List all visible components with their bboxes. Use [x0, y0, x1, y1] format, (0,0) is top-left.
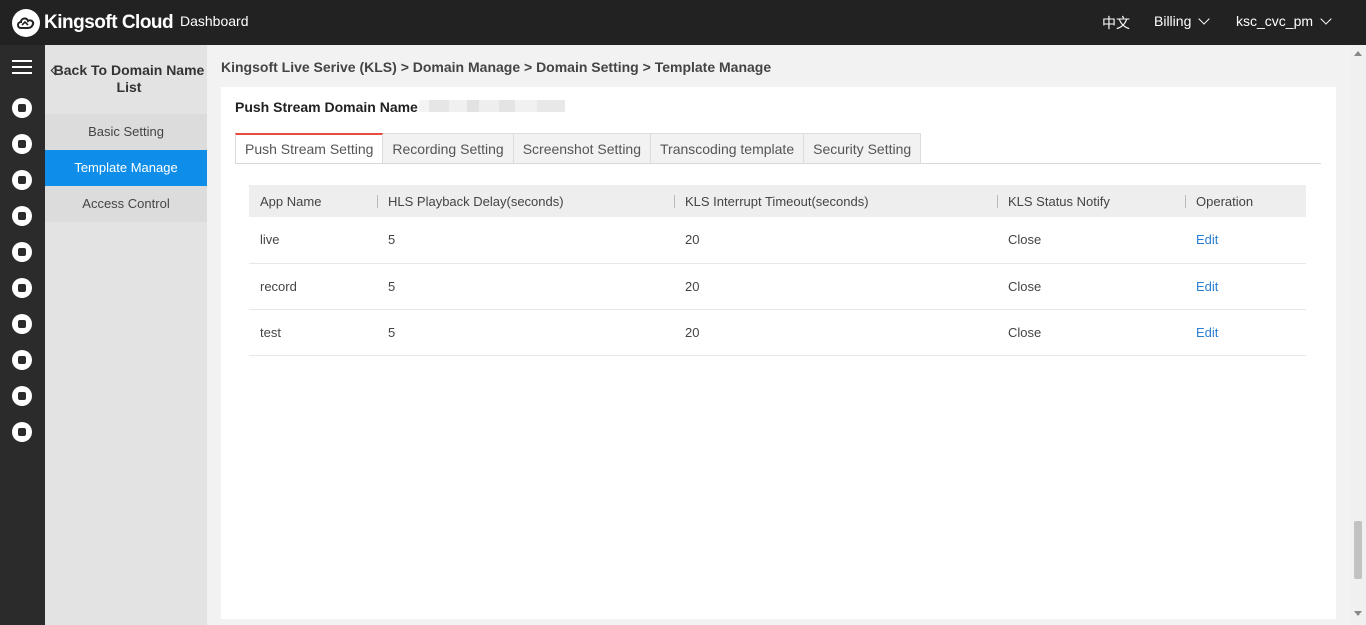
- cloud-server-icon[interactable]: [12, 98, 32, 118]
- cell-interrupt-timeout: 20: [674, 217, 997, 264]
- cell-status-notify: Close: [997, 309, 1185, 356]
- template-table: App Name HLS Playback Delay(seconds) KLS…: [249, 185, 1306, 356]
- share-icon[interactable]: [12, 278, 32, 298]
- table-row: test 5 20 Close Edit: [249, 309, 1306, 356]
- tab-recording-setting[interactable]: Recording Setting: [383, 133, 514, 164]
- id-card-icon[interactable]: [12, 422, 32, 442]
- main-panel: Push Stream Domain Name: Push Stream Set…: [221, 87, 1336, 619]
- user-name: ksc_cvc_pm: [1236, 13, 1314, 29]
- language-switch[interactable]: 中文: [1102, 13, 1130, 33]
- column-header-app-name: App Name: [249, 185, 377, 217]
- tab-transcoding-template[interactable]: Transcoding template: [651, 133, 805, 164]
- cloud-logo-icon: [12, 9, 40, 37]
- back-label: Back To Domain Name List: [53, 62, 205, 95]
- icon-rail: [0, 45, 45, 625]
- tab-screenshot-setting[interactable]: Screenshot Setting: [513, 133, 651, 164]
- cell-app-name: live: [249, 217, 377, 264]
- settings-tabs: Push Stream Setting Recording Setting Sc…: [235, 133, 922, 164]
- table-row: record 5 20 Close Edit: [249, 263, 1306, 310]
- upload-cloud-icon[interactable]: [12, 386, 32, 406]
- cell-app-name: test: [249, 309, 377, 356]
- edit-link[interactable]: Edit: [1185, 309, 1306, 356]
- top-bar: Kingsoft Cloud Dashboard 中文 Billing ksc_…: [0, 0, 1366, 45]
- logo-text: Kingsoft Cloud: [44, 12, 174, 33]
- language-label: 中文: [1102, 15, 1130, 31]
- chevron-down-icon: [1320, 12, 1332, 25]
- billing-label: Billing: [1154, 13, 1192, 29]
- column-header-operation: Operation: [1185, 185, 1306, 217]
- cell-interrupt-timeout: 20: [674, 309, 997, 356]
- subnav-item-template-manage[interactable]: Template Manage: [45, 150, 207, 186]
- scroll-up-arrow-icon[interactable]: [1354, 51, 1362, 56]
- table-header-row: App Name HLS Playback Delay(seconds) KLS…: [249, 185, 1306, 217]
- back-to-domain-list-link[interactable]: Back To Domain Name List: [45, 62, 207, 96]
- cell-status-notify: Close: [997, 263, 1185, 310]
- column-header-hls-delay: HLS Playback Delay(seconds): [377, 185, 674, 217]
- vertical-scrollbar[interactable]: [1350, 45, 1366, 625]
- chevron-down-icon: [1198, 12, 1211, 25]
- scroll-down-arrow-icon[interactable]: [1354, 611, 1362, 616]
- tabs-divider: [235, 163, 1321, 164]
- table-row: live 5 20 Close Edit: [249, 217, 1306, 264]
- push-domain-label: Push Stream Domain Name:: [235, 99, 423, 115]
- network-icon[interactable]: [12, 170, 32, 190]
- scrollbar-thumb[interactable]: [1354, 521, 1362, 579]
- cell-interrupt-timeout: 20: [674, 263, 997, 310]
- logo[interactable]: Kingsoft Cloud: [12, 8, 174, 38]
- user-menu[interactable]: ksc_cvc_pm: [1236, 12, 1332, 29]
- billing-menu[interactable]: Billing: [1154, 12, 1211, 29]
- subnav-item-basic-setting[interactable]: Basic Setting: [45, 114, 207, 150]
- column-header-status-notify: KLS Status Notify: [997, 185, 1185, 217]
- menu-icon[interactable]: [12, 60, 32, 78]
- breadcrumb: Kingsoft Live Serive (KLS) > Domain Mana…: [221, 59, 772, 75]
- stack-icon[interactable]: [12, 350, 32, 370]
- cell-hls-delay: 5: [377, 309, 674, 356]
- cell-status-notify: Close: [997, 217, 1185, 264]
- monitor-icon[interactable]: [12, 134, 32, 154]
- redacted-domain-value: [419, 100, 565, 112]
- users-icon[interactable]: [12, 242, 32, 262]
- edit-link[interactable]: Edit: [1185, 263, 1306, 310]
- subnav-item-access-control[interactable]: Access Control: [45, 186, 207, 222]
- sub-sidebar: Back To Domain Name List Basic Setting T…: [45, 45, 207, 625]
- cell-hls-delay: 5: [377, 263, 674, 310]
- database-icon[interactable]: [12, 206, 32, 226]
- cell-app-name: record: [249, 263, 377, 310]
- dashboard-link[interactable]: Dashboard: [180, 13, 249, 29]
- edit-link[interactable]: Edit: [1185, 217, 1306, 264]
- tab-push-stream-setting[interactable]: Push Stream Setting: [235, 133, 384, 164]
- cell-hls-delay: 5: [377, 217, 674, 264]
- column-header-interrupt-timeout: KLS Interrupt Timeout(seconds): [674, 185, 997, 217]
- storage-icon[interactable]: [12, 314, 32, 334]
- tab-security-setting[interactable]: Security Setting: [804, 133, 922, 164]
